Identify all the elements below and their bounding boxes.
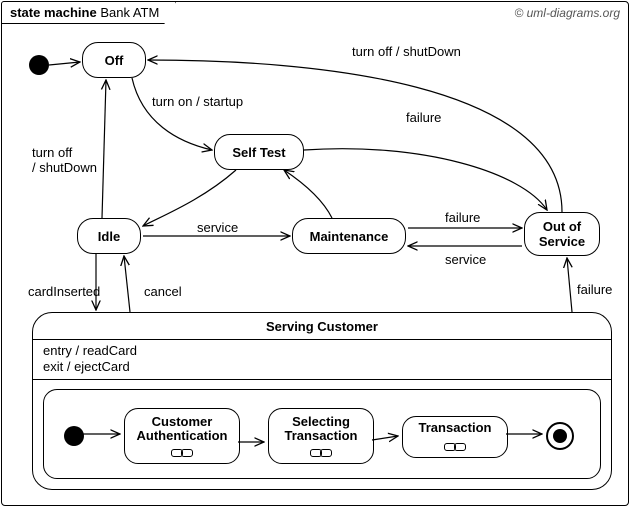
trans-cancel: cancel xyxy=(144,284,182,299)
state-self-test: Self Test xyxy=(214,134,304,170)
state-idle: Idle xyxy=(77,218,141,254)
state-selecting-transaction: Selecting Transaction xyxy=(268,408,374,464)
state-machine-frame: state machine Bank ATM © uml-diagrams.or… xyxy=(1,1,629,506)
trans-service-back: service xyxy=(445,252,486,267)
state-maintenance-label: Maintenance xyxy=(310,229,389,244)
trans-failure-maint: failure xyxy=(445,210,480,225)
serving-initial-pseudostate xyxy=(64,426,84,446)
state-idle-label: Idle xyxy=(98,229,120,244)
state-off: Off xyxy=(82,42,146,78)
serving-entry-action: entry / readCard xyxy=(43,343,137,358)
composite-indicator-icon xyxy=(172,445,192,460)
state-out-of-service-label: Out of Service xyxy=(531,219,593,249)
state-transaction-label: Transaction xyxy=(403,417,507,435)
state-customer-authentication-label: Customer Authentication xyxy=(125,409,239,443)
frame-name: Bank ATM xyxy=(100,5,159,20)
serving-final-state xyxy=(546,422,574,450)
copyright-label: © uml-diagrams.org xyxy=(514,6,620,20)
state-selecting-transaction-label: Selecting Transaction xyxy=(269,409,373,443)
state-serving-customer: Serving Customer entry / readCard exit /… xyxy=(32,312,612,490)
trans-turnoff-left: turn off / shutDown xyxy=(32,145,97,175)
serving-internal-region: Customer Authentication Selecting Transa… xyxy=(43,389,601,479)
trans-cardinserted: cardInserted xyxy=(28,284,100,299)
serving-exit-action: exit / ejectCard xyxy=(43,359,130,374)
state-transaction: Transaction xyxy=(402,416,508,458)
composite-indicator-icon xyxy=(311,445,331,460)
state-self-test-label: Self Test xyxy=(232,145,285,160)
state-off-label: Off xyxy=(105,53,124,68)
composite-indicator-icon xyxy=(445,439,465,454)
frame-kind: state machine xyxy=(10,5,97,20)
trans-turnon: turn on / startup xyxy=(152,94,243,109)
trans-turnoff-top: turn off / shutDown xyxy=(352,44,461,59)
state-maintenance: Maintenance xyxy=(292,218,406,254)
frame-tab: state machine Bank ATM xyxy=(1,1,176,24)
state-serving-customer-label: Serving Customer xyxy=(33,319,611,334)
state-out-of-service: Out of Service xyxy=(524,212,600,256)
initial-pseudostate xyxy=(29,55,49,75)
trans-failure-selftest: failure xyxy=(406,110,441,125)
trans-failure-serving: failure xyxy=(577,282,612,297)
trans-service-idle: service xyxy=(197,220,238,235)
state-customer-authentication: Customer Authentication xyxy=(124,408,240,464)
